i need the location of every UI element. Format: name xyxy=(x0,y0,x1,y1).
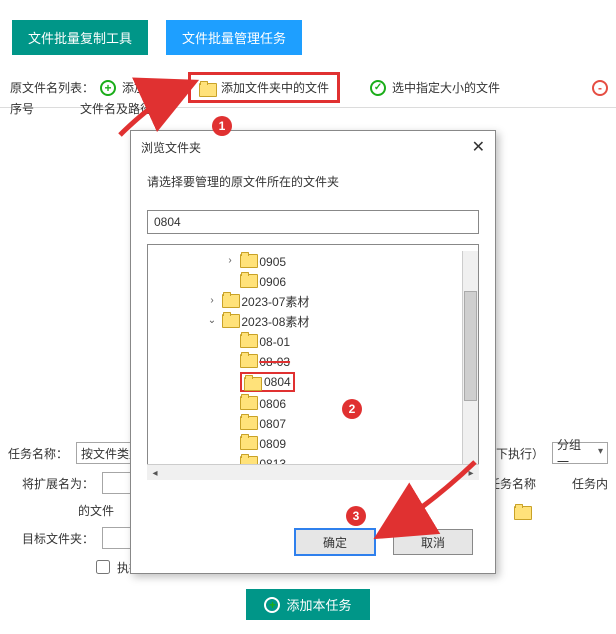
step-badge-1: 1 xyxy=(212,116,232,136)
folder-tree-list[interactable]: › 0905 0906› 2023-07素材⌄ 2023-08素材 08-01 … xyxy=(148,251,462,465)
tree-node[interactable]: 0804 xyxy=(148,371,462,393)
task-seq-label: 任务内 xyxy=(572,475,608,492)
tree-node-label: 0804 xyxy=(264,374,291,390)
group-select[interactable]: 分组一 xyxy=(552,442,608,464)
folder-icon-small[interactable] xyxy=(514,504,530,518)
tree-node[interactable]: 08-03 xyxy=(148,351,462,371)
vertical-scrollbar[interactable] xyxy=(462,251,478,465)
ext-label-left: 将扩展名为： xyxy=(22,475,94,492)
add-task-button-label: 添加本任务 xyxy=(286,595,351,614)
tree-node-label: 2023-07素材 xyxy=(241,295,309,309)
top-tabs: 文件批量复制工具 文件批量管理任务 xyxy=(12,20,302,55)
col-index: 序号 xyxy=(10,100,50,117)
step-badge-3: 3 xyxy=(346,506,366,526)
folder-icon xyxy=(240,414,256,428)
tree-node-label: 2023-08素材 xyxy=(241,315,309,329)
pre-delete-checkbox-box[interactable] xyxy=(96,560,110,574)
dialog-path-input[interactable]: 0804 xyxy=(147,210,479,234)
close-icon[interactable]: ✕ xyxy=(472,137,485,157)
folder-icon xyxy=(240,332,256,346)
expand-toggle[interactable]: ⌄ xyxy=(206,313,218,329)
tab-copy-tool[interactable]: 文件批量复制工具 xyxy=(12,20,148,55)
tree-node[interactable]: 0809 xyxy=(148,433,462,453)
folder-icon xyxy=(222,292,238,306)
tree-node[interactable]: › 2023-07素材 xyxy=(148,291,462,311)
browse-folder-dialog: 浏览文件夹 ✕ 请选择要管理的原文件所在的文件夹 0804 › 0905 090… xyxy=(130,130,496,574)
folder-icon xyxy=(240,352,256,366)
step-badge-2: 2 xyxy=(342,399,362,419)
tree-node-label: 0809 xyxy=(259,437,286,451)
tree-node[interactable]: 0906 xyxy=(148,271,462,291)
cancel-button[interactable]: 取消 xyxy=(393,529,473,555)
target-folder-label: 目标文件夹： xyxy=(22,530,94,547)
ok-button[interactable]: 确定 xyxy=(295,529,375,555)
tree-node-label: 0905 xyxy=(259,255,286,269)
tree-node-label: 08-03 xyxy=(259,355,290,369)
folder-icon xyxy=(240,252,256,266)
folder-icon xyxy=(240,394,256,408)
horizontal-scrollbar[interactable]: ◂▸ xyxy=(147,464,479,480)
tree-node-label: 0906 xyxy=(259,275,286,289)
dialog-message: 请选择要管理的原文件所在的文件夹 xyxy=(147,173,479,190)
expand-toggle[interactable]: › xyxy=(206,293,218,309)
tree-node-label: 0806 xyxy=(259,397,286,411)
tree-node[interactable]: ⌄ 2023-08素材 xyxy=(148,311,462,331)
tree-node[interactable]: 08-01 xyxy=(148,331,462,351)
expand-toggle[interactable]: › xyxy=(224,253,236,269)
tree-node[interactable]: 0806 xyxy=(148,393,462,413)
folder-icon xyxy=(240,272,256,286)
ext-label-right: 的文件 xyxy=(78,502,114,519)
folder-tree: › 0905 0906› 2023-07素材⌄ 2023-08素材 08-01 … xyxy=(147,244,479,466)
add-task-button[interactable]: 添加本任务 xyxy=(246,589,369,620)
tab-manage-tasks[interactable]: 文件批量管理任务 xyxy=(166,20,302,55)
task-name-label: 任务名称： xyxy=(8,445,68,462)
folder-icon xyxy=(222,312,238,326)
tree-node-label: 08-01 xyxy=(259,335,290,349)
tree-node[interactable]: 0807 xyxy=(148,413,462,433)
dialog-title: 浏览文件夹 xyxy=(141,139,201,156)
col-path: 文件名及路径 xyxy=(80,100,152,117)
folder-icon xyxy=(244,375,260,389)
tree-node[interactable]: › 0905 xyxy=(148,251,462,271)
tree-node-label: 0807 xyxy=(259,417,286,431)
folder-icon xyxy=(240,434,256,448)
folder-icon xyxy=(199,81,215,95)
